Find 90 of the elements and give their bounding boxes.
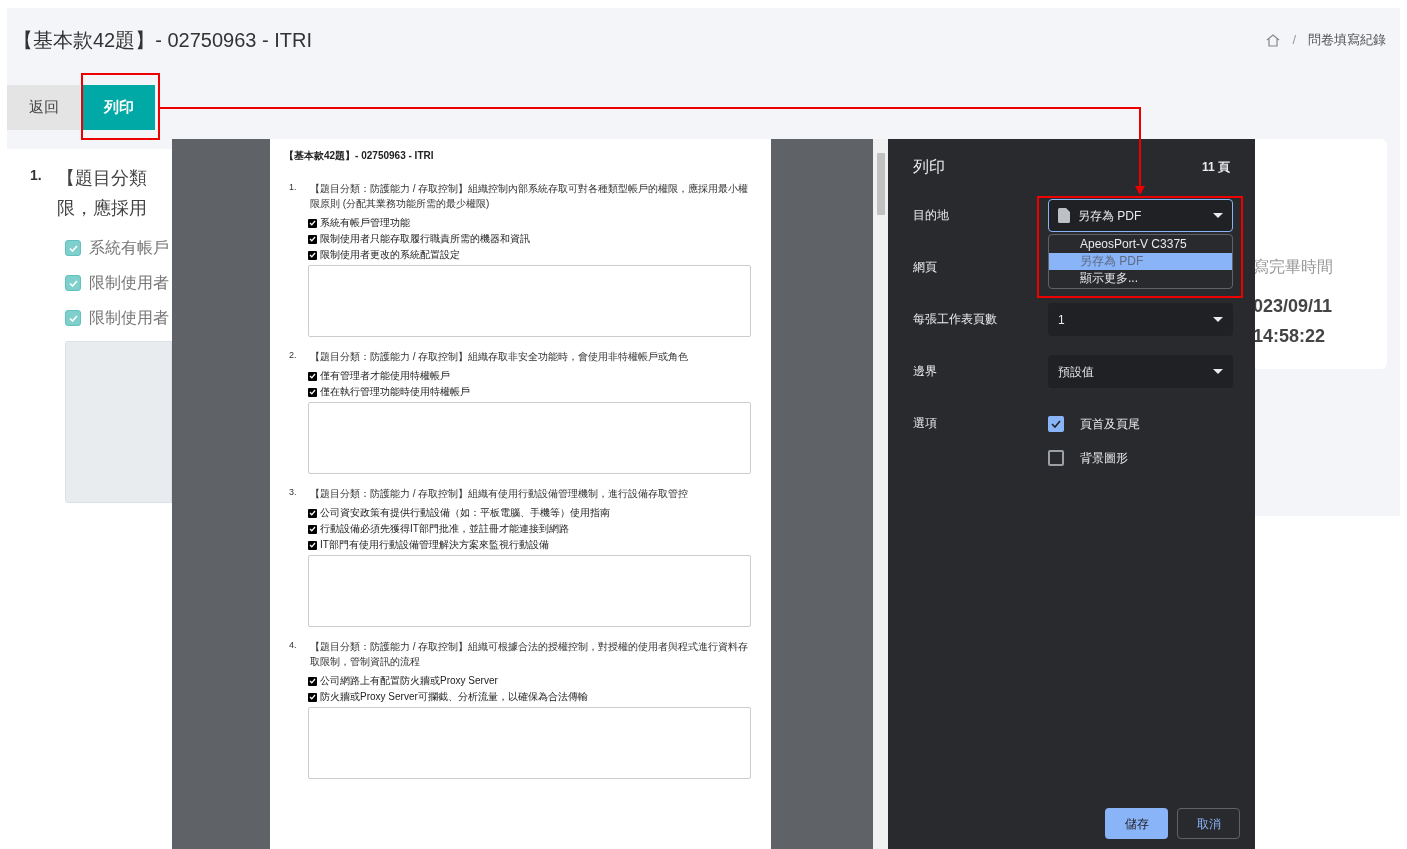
question-number: 4. — [288, 639, 294, 652]
option-label: 公司網路上有配置防火牆或Proxy Server — [320, 675, 498, 687]
info-value: 14:58:22 — [1253, 325, 1327, 348]
question-number: 1. — [288, 181, 294, 194]
option-label: 僅有管理者才能使用特權帳戶 — [320, 370, 450, 382]
checkbox[interactable] — [308, 540, 317, 550]
check-icon — [309, 373, 316, 379]
check-icon — [309, 252, 316, 258]
check-icon — [309, 220, 316, 226]
option-label: 限制使用者更改的系統配置設定 — [320, 249, 460, 261]
setting-label: 目的地 — [913, 207, 950, 224]
option-label: 僅在執行管理功能時使用特權帳戶 — [320, 386, 470, 398]
cancel-button[interactable]: 取消 — [1177, 808, 1240, 839]
question-text: 【題目分類：防護能力 / 存取控制】組織可根據合法的授權控制，對授權的使用者與程式進行資料存取限制，管制資訊的流程 — [309, 640, 750, 669]
textarea-field[interactable] — [308, 707, 751, 779]
question-text: 【題目分類 — [56, 167, 147, 190]
breadcrumb-separator: / — [1292, 31, 1296, 50]
select-value: 1 — [1058, 311, 1066, 329]
caret-icon — [1213, 369, 1223, 374]
setting-label: 網頁 — [913, 259, 938, 276]
dialog-title: 列印 — [913, 157, 945, 177]
option-label: 背景圖形 — [1080, 450, 1128, 467]
option-label: 行動設備必須先獲得IT部門批准，並註冊才能連接到網路 — [320, 523, 569, 535]
checkbox[interactable] — [308, 234, 317, 244]
question-text: 【題目分類：防護能力 / 存取控制】組織存取非安全功能時，會使用非特權帳戶或角色 — [309, 350, 689, 364]
option-label: IT部門有使用行動設備管理解決方案來監視行動設備 — [320, 539, 549, 551]
textarea-field[interactable] — [65, 341, 172, 503]
setting-label: 每張工作表頁數 — [913, 311, 998, 328]
option-label: 限制使用者 — [89, 308, 169, 328]
checkbox[interactable] — [65, 310, 81, 326]
question-number: 2. — [288, 349, 294, 362]
option-label: 限制使用者 — [89, 273, 169, 293]
breadcrumb-item[interactable]: 問卷填寫紀錄 — [1308, 30, 1386, 50]
select-field[interactable]: 另存為 PDF — [1048, 199, 1233, 232]
document-icon — [1058, 208, 1070, 223]
select-field[interactable]: 1 — [1048, 303, 1233, 336]
textarea-field[interactable] — [308, 402, 751, 474]
checkbox[interactable] — [308, 218, 317, 228]
question-number: 1. — [30, 166, 42, 185]
check-icon — [309, 510, 316, 516]
setting-label: 選項 — [913, 415, 938, 432]
select-value: 預設值 — [1058, 363, 1095, 381]
check-icon — [309, 694, 316, 700]
setting-label: 邊界 — [913, 363, 938, 380]
caret-icon — [1213, 317, 1223, 322]
option-label: 系統有帳戶 — [89, 238, 169, 258]
checkbox[interactable] — [65, 240, 81, 256]
info-value: 023/09/11 — [1253, 295, 1334, 318]
page-title: 【基本款42題】- 02750963 - ITRI — [13, 28, 312, 53]
checkbox[interactable] — [308, 524, 317, 534]
checkbox[interactable] — [308, 692, 317, 702]
checkbox[interactable] — [308, 676, 317, 686]
textarea-field[interactable] — [308, 555, 751, 627]
option-label: 系統有帳戶管理功能 — [320, 217, 410, 229]
checkbox[interactable] — [308, 387, 317, 397]
question-text: 限，應採用 — [56, 197, 147, 220]
check-icon — [309, 526, 316, 532]
check-icon — [68, 314, 78, 322]
select-field[interactable]: 預設值 — [1048, 355, 1233, 388]
question-text: 【題目分類：防護能力 / 存取控制】組織控制內部系統存取可對各種類型帳戶的權限，應採用最小權限原則 (分配其業務功能所需的最少權限) — [309, 182, 750, 211]
scrollbar[interactable] — [873, 139, 888, 849]
option-label: 防火牆或Proxy Server可攔截、分析流量，以確保為合法傳輸 — [320, 691, 588, 703]
checkbox[interactable] — [308, 250, 317, 260]
textarea-field[interactable] — [308, 265, 751, 337]
check-icon — [309, 542, 316, 548]
question-text: 【題目分類：防護能力 / 存取控制】組織有使用行動設備管理機制，進行設備存取管控 — [309, 487, 689, 501]
check-icon — [68, 279, 78, 287]
select-value: 另存為 PDF — [1078, 207, 1143, 225]
checkbox[interactable] — [65, 275, 81, 291]
option-label: 頁首及頁尾 — [1080, 416, 1140, 433]
check-icon — [309, 389, 316, 395]
checkbox[interactable] — [308, 371, 317, 381]
dropdown-option[interactable]: 顯示更多... — [1049, 270, 1232, 287]
back-button[interactable]: 返回 — [7, 85, 80, 130]
dropdown-option[interactable]: ApeosPort-V C3375 — [1049, 236, 1232, 253]
home-icon[interactable] — [1266, 33, 1281, 47]
option-label: 限制使用者只能存取履行職責所需的機器和資訊 — [320, 233, 530, 245]
caret-icon — [1213, 213, 1223, 218]
question-number: 3. — [288, 486, 294, 499]
checkbox[interactable] — [1048, 450, 1064, 466]
preview-heading: 【基本款42題】- 02750963 - ITRI — [284, 149, 435, 163]
checkbox[interactable] — [308, 508, 317, 518]
checkbox[interactable] — [1048, 416, 1064, 432]
page-count: 11 頁 — [1201, 159, 1230, 176]
check-icon — [309, 236, 316, 242]
check-icon — [1051, 420, 1061, 428]
save-button[interactable]: 儲存 — [1105, 808, 1168, 839]
check-icon — [68, 244, 78, 252]
option-label: 公司資安政策有提供行動設備（如：平板電腦、手機等）使用指南 — [320, 507, 610, 519]
check-icon — [309, 678, 316, 684]
